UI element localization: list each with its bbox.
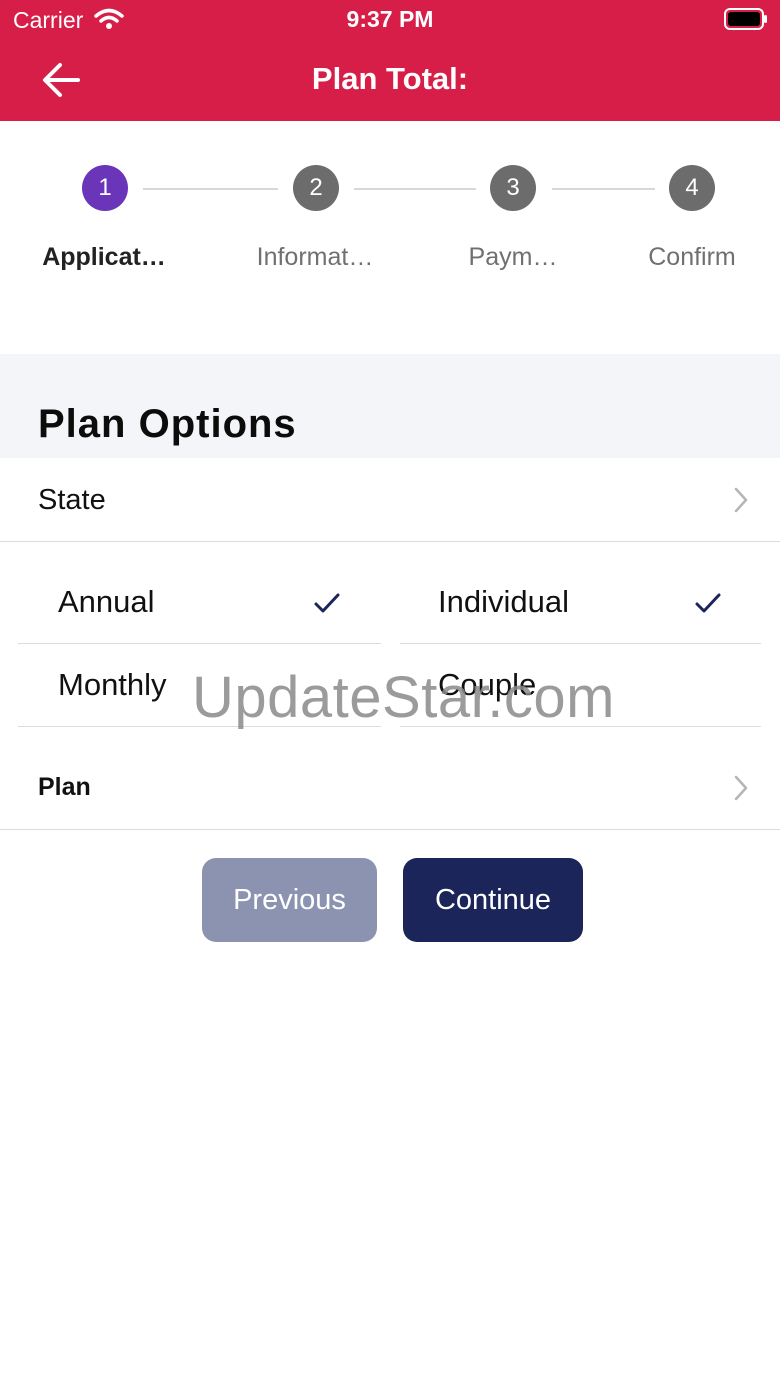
stepper-connector <box>552 188 655 190</box>
page-title: Plan Total: <box>311 61 469 96</box>
step-1-label: Applicat… <box>42 243 166 271</box>
chevron-right-icon <box>734 775 748 801</box>
divider <box>0 829 780 830</box>
battery-icon <box>724 8 767 30</box>
checkmark-icon <box>314 593 340 613</box>
status-time: 9:37 PM <box>346 6 434 32</box>
state-label: State <box>38 484 106 516</box>
plan-label: Plan <box>38 773 91 801</box>
step-2-indicator[interactable]: 2 <box>293 165 339 211</box>
stepper-connector <box>354 188 476 190</box>
watermark-text: UpdateStar.com <box>192 665 615 730</box>
step-1-indicator[interactable]: 1 <box>82 165 128 211</box>
divider <box>400 643 761 644</box>
plan-selector-row[interactable]: Plan <box>0 746 780 829</box>
previous-button[interactable]: Previous <box>202 858 377 942</box>
step-3-indicator[interactable]: 3 <box>490 165 536 211</box>
chevron-right-icon <box>734 487 748 513</box>
divider <box>0 541 780 542</box>
state-selector-row[interactable]: State <box>0 458 780 541</box>
step-4-indicator[interactable]: 4 <box>669 165 715 211</box>
step-3-label: Paym… <box>468 243 558 271</box>
step-4-label: Confirm <box>648 243 736 271</box>
app-header: Carrier 9:37 PM Plan Total: <box>0 0 780 121</box>
checkmark-icon <box>695 593 721 613</box>
option-label: Monthly <box>58 667 167 702</box>
continue-button[interactable]: Continue <box>403 858 583 942</box>
option-label: Annual <box>58 584 155 619</box>
section-title: Plan Options <box>38 402 297 446</box>
option-label: Individual <box>438 584 569 619</box>
step-2-label: Informat… <box>256 243 374 271</box>
divider <box>18 643 381 644</box>
status-bar: Carrier 9:37 PM <box>0 0 780 40</box>
stepper-connector <box>143 188 278 190</box>
